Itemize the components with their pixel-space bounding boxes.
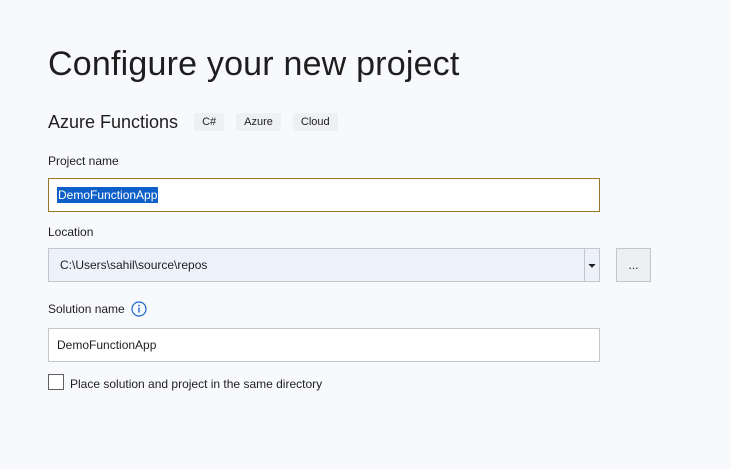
location-label: Location: [48, 225, 94, 239]
page-title: Configure your new project: [48, 45, 460, 83]
template-header: Azure Functions C# Azure Cloud: [48, 110, 350, 134]
project-name-value: DemoFunctionApp: [57, 187, 159, 203]
location-combobox[interactable]: C:\Users\sahil\source\repos: [48, 248, 600, 282]
same-directory-label[interactable]: Place solution and project in the same d…: [70, 377, 322, 391]
browse-button[interactable]: ...: [616, 248, 651, 282]
tag-cloud: Cloud: [292, 113, 338, 131]
same-directory-checkbox[interactable]: [48, 374, 64, 390]
info-icon[interactable]: [131, 301, 147, 317]
tag-csharp: C#: [194, 113, 225, 131]
solution-name-input[interactable]: DemoFunctionApp: [48, 328, 600, 362]
chevron-down-icon[interactable]: [585, 249, 599, 281]
template-name: Azure Functions: [48, 111, 179, 132]
solution-name-value: DemoFunctionApp: [57, 338, 157, 352]
solution-name-label: Solution name: [48, 302, 125, 316]
tag-azure: Azure: [236, 113, 281, 131]
location-value: C:\Users\sahil\source\repos: [60, 258, 208, 272]
project-name-input[interactable]: DemoFunctionApp: [48, 178, 600, 212]
project-name-label: Project name: [48, 154, 119, 168]
